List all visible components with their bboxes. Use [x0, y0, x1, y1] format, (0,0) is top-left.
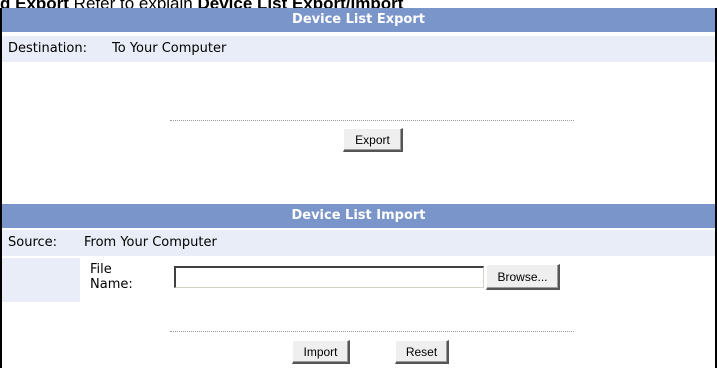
caption-text: Refer to explain [69, 0, 198, 8]
caption-bold-b: Device List Export/Import [197, 0, 403, 8]
export-section-header: Device List Export [2, 8, 715, 32]
file-name-label: File Name: [90, 262, 160, 292]
reset-button[interactable]: Reset [395, 340, 449, 364]
export-divider [170, 120, 574, 121]
caption-bold-a: d Export [0, 0, 69, 8]
file-name-indent [2, 258, 80, 302]
destination-row: Destination: To Your Computer [2, 36, 715, 62]
file-name-label-line2: Name: [90, 277, 133, 292]
device-list-panel: Device List Export Destination: To Your … [0, 8, 717, 368]
destination-value: To Your Computer [112, 41, 227, 56]
file-name-input[interactable] [174, 266, 484, 288]
file-name-label-line1: File [90, 262, 112, 277]
import-button[interactable]: Import [292, 340, 350, 364]
browse-button[interactable]: Browse... [486, 264, 560, 290]
source-row: Source: From Your Computer [2, 230, 715, 256]
import-divider [170, 331, 574, 332]
export-button[interactable]: Export [343, 128, 403, 152]
import-section-header: Device List Import [2, 204, 715, 228]
file-name-row: File Name: Browse... [2, 258, 715, 302]
document-caption: d Export Refer to explain Device List Ex… [0, 0, 717, 8]
destination-label: Destination: [8, 41, 87, 56]
source-value: From Your Computer [84, 235, 217, 250]
source-label: Source: [8, 235, 58, 250]
